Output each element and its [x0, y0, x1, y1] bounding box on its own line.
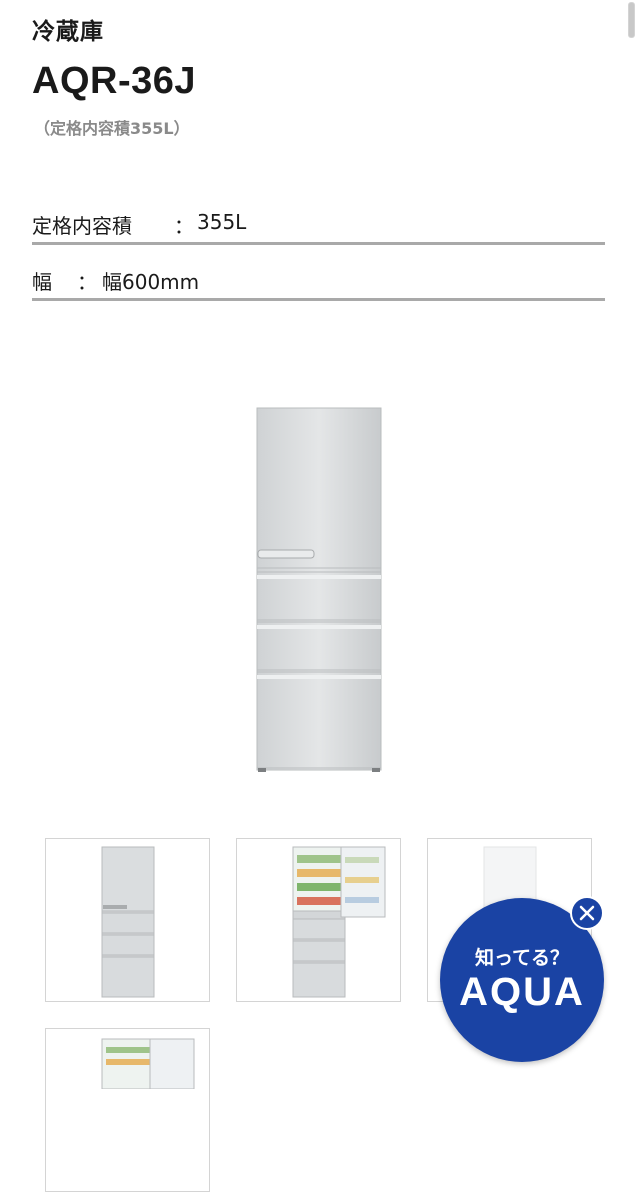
capacity-note: （定格内容積355L）	[34, 119, 190, 138]
spec-row-capacity: 定格内容積 ： 355L	[32, 208, 605, 245]
spec-label: 幅	[32, 270, 52, 294]
product-model: AQR-36J	[32, 60, 196, 102]
close-badge-button[interactable]	[570, 896, 604, 930]
thumbnail-refrigerator-open[interactable]	[236, 838, 401, 1002]
thumbnail-refrigerator-closed[interactable]	[45, 838, 210, 1002]
scrollbar-thumb[interactable]	[628, 2, 635, 38]
spec-separator: ：	[77, 270, 97, 294]
spec-label: 定格内容積	[32, 214, 132, 238]
spec-separator: ：	[174, 214, 194, 238]
main-product-image	[240, 400, 400, 778]
product-category: 冷蔵庫	[32, 19, 104, 45]
spec-value: 355L	[197, 210, 247, 234]
spec-row-width: 幅 ： 幅600mm	[32, 264, 605, 301]
thumbnail-refrigerator-open-interior[interactable]	[45, 1028, 210, 1192]
badge-text-line1: 知ってる？	[474, 947, 570, 969]
close-icon	[579, 905, 595, 921]
scrollbar[interactable]	[628, 0, 635, 1080]
badge-text-line2: AQUA	[459, 970, 585, 1014]
spec-value: 幅600mm	[102, 270, 200, 294]
